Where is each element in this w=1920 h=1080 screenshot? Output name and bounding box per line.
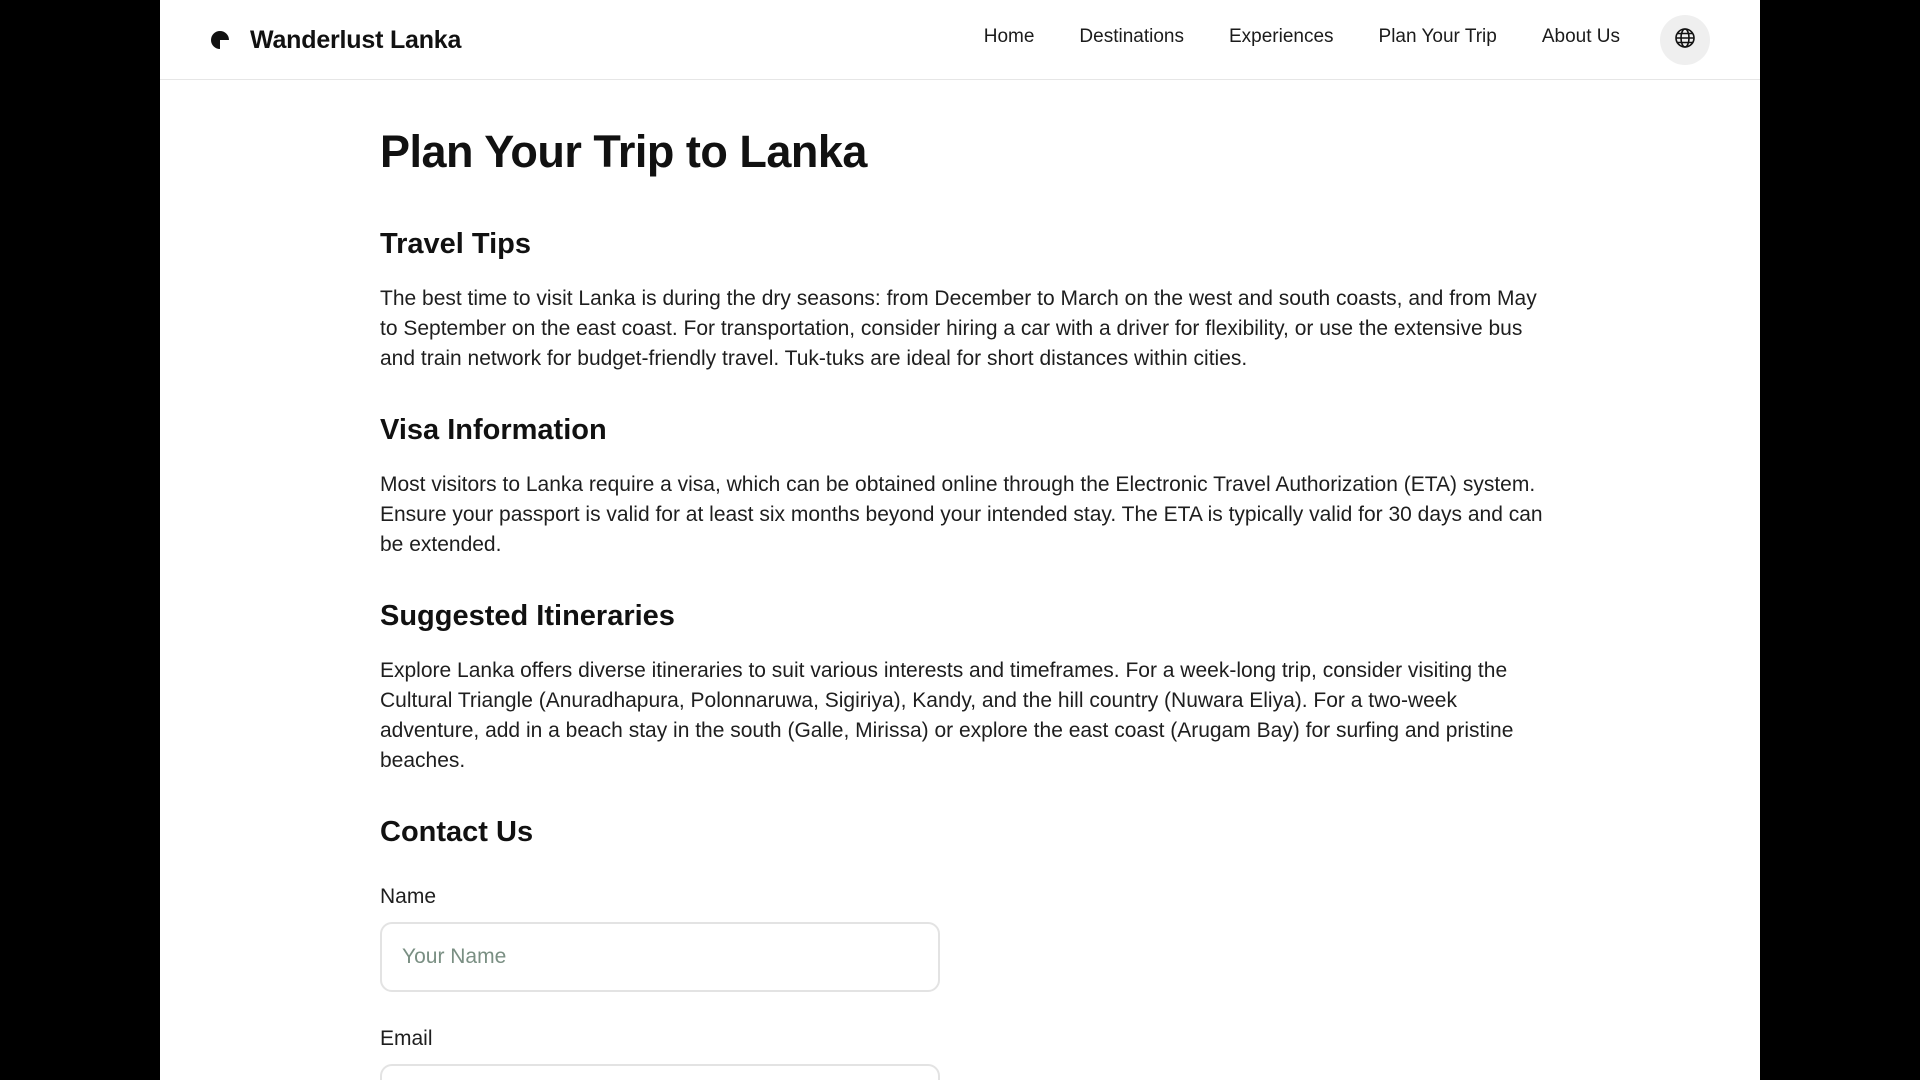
- contact-form: Name Email: [380, 882, 1550, 1080]
- nav-link-home[interactable]: Home: [984, 26, 1035, 48]
- brand-name: Wanderlust Lanka: [250, 25, 462, 54]
- nav-link-plan-your-trip[interactable]: Plan Your Trip: [1379, 26, 1497, 48]
- suggested-itineraries-section: Suggested Itineraries Explore Lanka offe…: [380, 596, 1550, 776]
- name-input[interactable]: [380, 922, 940, 992]
- top-navigation-bar: Wanderlust Lanka Home Destinations Exper…: [160, 0, 1760, 80]
- travel-tips-text: The best time to visit Lanka is during t…: [380, 287, 1537, 370]
- email-label: Email: [380, 1027, 433, 1050]
- crescent-dot-logo-icon: [210, 30, 230, 50]
- globe-icon: [1674, 27, 1696, 54]
- page: Wanderlust Lanka Home Destinations Exper…: [160, 0, 1760, 1080]
- page-title: Plan Your Trip to Lanka: [380, 126, 867, 177]
- contact-section: Contact Us Name Email: [380, 812, 1550, 1080]
- nav-link-experiences[interactable]: Experiences: [1229, 26, 1334, 48]
- nav-link-about-us[interactable]: About Us: [1542, 26, 1620, 48]
- email-input[interactable]: [380, 1064, 940, 1080]
- brand[interactable]: Wanderlust Lanka: [210, 22, 461, 58]
- travel-tips-section: Travel Tips The best time to visit Lanka…: [380, 224, 1550, 374]
- suggested-itineraries-text: Explore Lanka offers diverse itineraries…: [380, 659, 1514, 772]
- section-heading-travel-tips: Travel Tips: [380, 228, 531, 260]
- section-heading-suggested-itineraries: Suggested Itineraries: [380, 600, 675, 632]
- section-heading-visa-information: Visa Information: [380, 414, 607, 446]
- section-heading-contact-us: Contact Us: [380, 816, 534, 848]
- main-content: Plan Your Trip to Lanka Travel Tips The …: [380, 120, 1550, 1080]
- main-nav: Home Destinations Experiences Plan Your …: [939, 26, 1620, 48]
- nav-link-destinations[interactable]: Destinations: [1079, 26, 1184, 48]
- visa-information-text: Most visitors to Lanka require a visa, w…: [380, 473, 1543, 556]
- language-button[interactable]: [1660, 15, 1710, 65]
- name-label: Name: [380, 885, 437, 908]
- visa-information-section: Visa Information Most visitors to Lanka …: [380, 410, 1550, 560]
